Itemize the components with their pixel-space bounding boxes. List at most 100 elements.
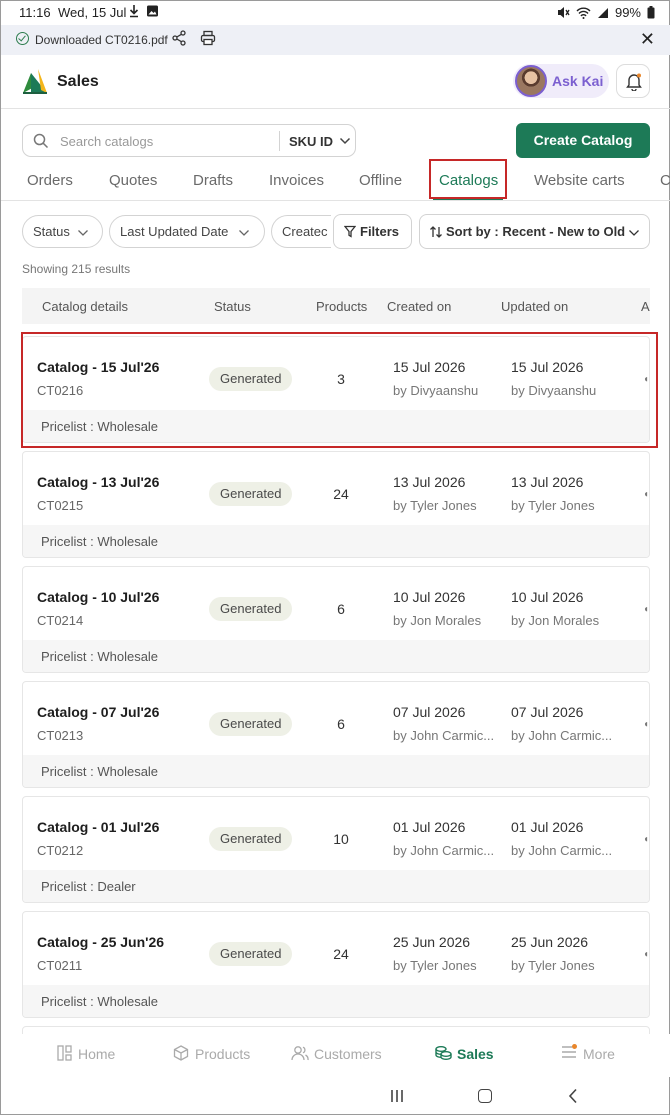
pricelist-label: Pricelist : Wholesale xyxy=(23,985,649,1017)
wifi-icon xyxy=(576,7,591,19)
notification-dot xyxy=(572,1044,577,1049)
filters-button[interactable]: Filters xyxy=(333,214,412,249)
check-circle-icon xyxy=(16,32,29,45)
chevron-down-icon[interactable] xyxy=(339,134,351,152)
ask-kai-label: Ask Kai xyxy=(552,73,604,89)
row-overflow-icon[interactable]: ◖ xyxy=(643,489,649,500)
catalog-code: CT0215 xyxy=(37,498,84,513)
download-notification-icon xyxy=(129,4,159,21)
tab-overflow[interactable]: C xyxy=(660,172,670,189)
table-row[interactable]: Catalog - 13 Jul'26 CT0215 Generated 24 … xyxy=(22,451,650,558)
bell-icon xyxy=(626,73,642,91)
tab-orders[interactable]: Orders xyxy=(27,172,73,189)
column-header-catalog-details: Catalog details xyxy=(42,299,128,314)
row-overflow-icon[interactable]: ◖ xyxy=(643,719,649,730)
status-badge: Generated xyxy=(209,597,293,621)
search-field-selector[interactable]: SKU ID xyxy=(289,134,333,149)
tab-drafts[interactable]: Drafts xyxy=(193,172,233,189)
search-input[interactable]: Search catalogs xyxy=(60,134,153,149)
created-by: by John Carmic... xyxy=(393,843,495,858)
recent-apps-icon[interactable] xyxy=(390,1089,404,1108)
tab-quotes[interactable]: Quotes xyxy=(109,172,157,189)
catalog-code: CT0212 xyxy=(37,843,84,858)
battery-icon xyxy=(647,6,655,19)
chevron-down-icon xyxy=(239,230,249,236)
created-date: 10 Jul 2026 xyxy=(393,589,466,605)
table-header: Catalog details Status Products Created … xyxy=(22,288,650,324)
pricelist-label: Pricelist : Wholesale xyxy=(23,755,649,787)
created-date: 13 Jul 2026 xyxy=(393,474,466,490)
create-catalog-button[interactable]: Create Catalog xyxy=(516,123,650,158)
close-banner-icon[interactable]: ✕ xyxy=(640,29,655,50)
column-header-overflow: A xyxy=(641,299,650,314)
product-count: 24 xyxy=(333,486,349,502)
last-updated-filter-chip[interactable]: Last Updated Date xyxy=(109,215,265,248)
sort-icon xyxy=(430,226,442,238)
product-count: 24 xyxy=(333,946,349,962)
nav-home[interactable]: Home xyxy=(78,1046,115,1062)
row-overflow-icon[interactable]: ◖ xyxy=(643,604,649,615)
highlight-box-first-row xyxy=(21,332,658,448)
catalog-code: CT0213 xyxy=(37,728,84,743)
catalog-name: Catalog - 01 Jul'26 xyxy=(37,819,160,835)
app-logo-icon xyxy=(21,67,49,95)
row-overflow-icon[interactable]: ◖ xyxy=(643,834,649,845)
created-date: 25 Jun 2026 xyxy=(393,934,471,950)
chevron-down-icon xyxy=(78,230,88,236)
home-button-icon[interactable] xyxy=(478,1089,492,1103)
table-row[interactable]: Catalog - 01 Jul'26 CT0212 Generated 10 … xyxy=(22,796,650,903)
catalog-name: Catalog - 25 Jun'26 xyxy=(37,934,165,950)
users-icon xyxy=(291,1045,309,1066)
tab-invoices[interactable]: Invoices xyxy=(269,172,324,189)
updated-by: by Jon Morales xyxy=(511,613,600,628)
filters-label: Filters xyxy=(360,224,400,239)
sort-dropdown[interactable]: Sort by : Recent - New to Old xyxy=(419,214,650,249)
notifications-button[interactable] xyxy=(616,64,650,98)
created-filter-chip[interactable]: Createc xyxy=(271,215,331,248)
updated-by: by John Carmic... xyxy=(511,728,613,743)
row-overflow-icon[interactable]: ◖ xyxy=(643,949,649,960)
chevron-down-icon xyxy=(629,230,639,236)
search-divider xyxy=(279,131,280,151)
tab-offline[interactable]: Offline xyxy=(359,172,402,189)
table-row[interactable]: Catalog - 07 Jul'26 CT0213 Generated 6 0… xyxy=(22,681,650,788)
status-filter-label: Status xyxy=(33,224,70,239)
tab-website-carts[interactable]: Website carts xyxy=(534,172,625,189)
updated-date: 01 Jul 2026 xyxy=(511,819,584,835)
results-count: Showing 215 results xyxy=(22,262,131,276)
system-navigation-bar xyxy=(1,1077,670,1115)
status-badge: Generated xyxy=(209,942,293,966)
product-count: 6 xyxy=(337,716,345,732)
system-status-icons: 99% xyxy=(556,5,655,20)
share-icon[interactable] xyxy=(172,30,186,49)
product-count: 6 xyxy=(337,601,345,617)
box-icon xyxy=(173,1045,189,1066)
tab-bar: Orders Quotes Drafts Invoices Offline Ca… xyxy=(1,161,670,201)
column-header-status: Status xyxy=(214,299,251,314)
created-by: by John Carmic... xyxy=(393,728,495,743)
updated-date: 07 Jul 2026 xyxy=(511,704,584,720)
sort-label: Sort by : Recent - New to Old xyxy=(446,224,626,239)
table-row[interactable]: Catalog - 10 Jul'26 CT0214 Generated 6 1… xyxy=(22,566,650,673)
nav-customers[interactable]: Customers xyxy=(314,1046,382,1062)
column-header-updated-on: Updated on xyxy=(501,299,569,314)
status-bar: 11:16 Wed, 15 Jul 99% xyxy=(1,1,670,25)
nav-more[interactable]: More xyxy=(583,1046,615,1062)
ask-kai-button[interactable]: Ask Kai xyxy=(513,64,609,98)
status-filter-chip[interactable]: Status xyxy=(22,215,103,248)
updated-by: by John Carmic... xyxy=(511,843,613,858)
catalog-code: CT0211 xyxy=(37,958,83,973)
status-time: 11:16 xyxy=(19,5,51,20)
created-date: 07 Jul 2026 xyxy=(393,704,466,720)
filter-icon xyxy=(344,225,356,238)
created-filter-label: Createc xyxy=(282,224,328,239)
nav-products[interactable]: Products xyxy=(195,1046,250,1062)
updated-date: 25 Jun 2026 xyxy=(511,934,589,950)
created-by: by Jon Morales xyxy=(393,613,482,628)
status-badge: Generated xyxy=(209,482,293,506)
table-row[interactable]: Catalog - 25 Jun'26 CT0211 Generated 24 … xyxy=(22,911,650,1018)
back-icon[interactable] xyxy=(568,1088,578,1109)
nav-sales[interactable]: Sales xyxy=(457,1046,494,1062)
print-icon[interactable] xyxy=(200,30,216,49)
battery-level: 99% xyxy=(614,5,641,20)
